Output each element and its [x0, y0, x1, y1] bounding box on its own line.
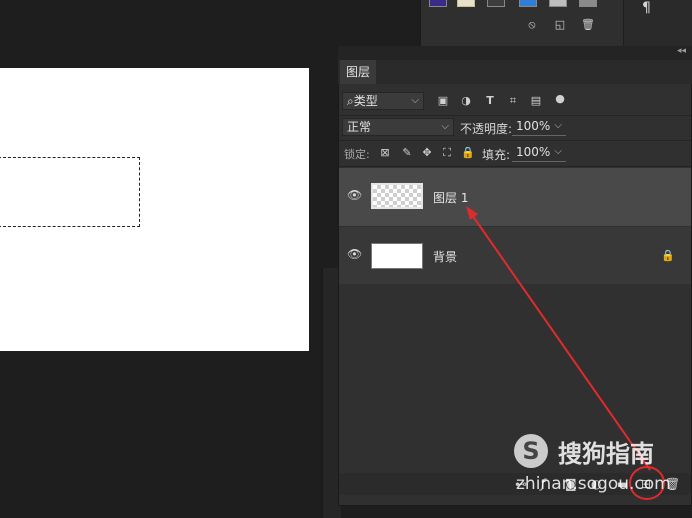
layer-thumbnail: [371, 243, 423, 269]
swatch-mid[interactable]: [579, 0, 597, 7]
shape-filter-icon[interactable]: ⌗: [506, 94, 520, 108]
layer-thumbnail: [371, 183, 423, 209]
swatch-blue[interactable]: [519, 0, 537, 7]
circle-slash-icon[interactable]: ⦸: [525, 18, 539, 32]
tab-layers[interactable]: 图层: [340, 60, 376, 84]
swatch-dark[interactable]: [487, 0, 505, 7]
type-filter-icon[interactable]: T: [483, 94, 497, 108]
top-tools-panel: ⦸ ◱ 🗑: [420, 0, 623, 46]
watermark-url: zhinan.sogou.com: [516, 474, 671, 494]
filter-kind-label: 类型: [353, 94, 378, 108]
chevron-down-icon: ⌵: [554, 146, 562, 157]
divider: [339, 115, 691, 116]
layer-name[interactable]: 图层 1: [433, 189, 468, 206]
filter-row: ⌕类型 ⌵ ▣ ◑ T ⌗ ▤ ●: [338, 92, 692, 112]
lock-position-icon[interactable]: ✥: [420, 146, 434, 160]
layer-name[interactable]: 背景: [433, 248, 457, 265]
watermark-name: 搜狗指南: [558, 440, 654, 468]
chevron-down-icon: ⌵: [554, 120, 562, 131]
fill-value: 100%: [516, 145, 551, 159]
opacity-field[interactable]: 100% ⌵: [512, 118, 566, 136]
fill-field[interactable]: 100% ⌵: [512, 144, 566, 162]
marquee-selection: [0, 157, 140, 227]
lock-artboard-icon[interactable]: ⛶: [440, 146, 454, 160]
filter-kind-dropdown[interactable]: ⌕类型 ⌵: [342, 92, 424, 110]
adjustment-filter-icon[interactable]: ◑: [459, 94, 473, 108]
paragraph-panel: ¶: [624, 0, 692, 46]
smart-object-filter-icon[interactable]: ▤: [529, 94, 543, 108]
sogou-logo-icon: S: [514, 434, 548, 468]
divider: [339, 166, 691, 167]
collapse-panel-icon[interactable]: ◂◂: [677, 46, 686, 56]
opacity-value: 100%: [516, 119, 551, 133]
swatch-purple[interactable]: [429, 0, 447, 7]
blend-mode-dropdown[interactable]: 正常 ⌵: [342, 118, 454, 136]
chevron-down-icon: ⌵: [441, 121, 449, 132]
lock-row: 锁定: ⊠ ✎ ✥ ⛶ 🔒 填充: 100% ⌵: [338, 144, 692, 164]
panel-tabbar: [338, 60, 692, 84]
divider: [339, 140, 691, 141]
image-filter-icon[interactable]: ▣: [436, 94, 450, 108]
layer-row-background[interactable]: 👁 背景 🔒: [339, 227, 691, 284]
search-icon: ⌕: [347, 94, 354, 108]
new-page-icon[interactable]: ◱: [553, 18, 567, 32]
lock-transparent-pixels-icon[interactable]: ⊠: [378, 146, 392, 160]
filter-toggle-icon[interactable]: ●: [553, 92, 567, 106]
eye-visibility-icon[interactable]: 👁: [347, 188, 362, 202]
opacity-label: 不透明度:: [460, 122, 513, 136]
lock-icon[interactable]: 🔒: [661, 249, 675, 262]
swatch-gray[interactable]: [549, 0, 567, 7]
eye-visibility-icon[interactable]: 👁: [347, 247, 362, 261]
lock-image-pixels-icon[interactable]: ✎: [400, 146, 414, 160]
fill-label: 填充:: [482, 148, 511, 162]
blend-mode-value: 正常: [347, 120, 372, 134]
swatch-cream[interactable]: [457, 0, 475, 7]
chevron-down-icon: ⌵: [411, 95, 419, 106]
panel-topbar: ◂◂: [338, 46, 692, 60]
blend-row: 正常 ⌵ 不透明度: 100% ⌵: [338, 118, 692, 138]
layer-row-layer-1[interactable]: 👁 图层 1: [339, 168, 691, 226]
trash-icon[interactable]: 🗑: [581, 18, 595, 32]
paragraph-icon[interactable]: ¶: [642, 0, 651, 16]
lock-label: 锁定:: [344, 148, 370, 161]
lock-all-icon[interactable]: 🔒: [461, 146, 475, 160]
